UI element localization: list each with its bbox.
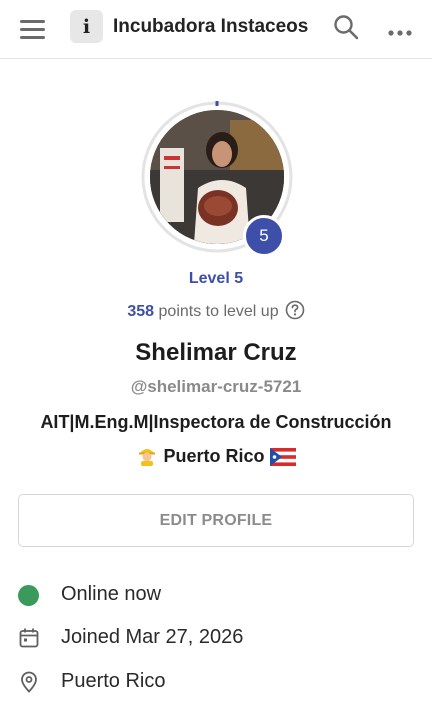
level-badge: 5 <box>243 215 285 257</box>
points-value: 358 <box>127 303 155 320</box>
puerto-rico-flag-icon <box>269 448 296 471</box>
profile-handle: @shelimar-cruz-5721 <box>130 377 302 396</box>
top-app-bar: i Incubadora Instaceos <box>0 0 432 59</box>
joined-date-text: Joined Mar 27, 2026 <box>61 626 244 648</box>
joined-date-row: Joined Mar 27, 2026 <box>18 626 418 652</box>
online-status-dot <box>18 585 39 606</box>
help-circle-icon[interactable] <box>285 300 305 320</box>
app-title: Incubadora Instaceos <box>113 16 309 37</box>
online-status-text: Online now <box>61 583 162 605</box>
search-icon[interactable] <box>333 14 359 40</box>
profile-name: Shelimar Cruz <box>135 339 297 366</box>
location-row: Puerto Rico <box>18 670 418 696</box>
app-logo[interactable]: i <box>70 10 103 43</box>
level-label: Level 5 <box>188 270 244 287</box>
location-text: Puerto Rico <box>61 670 166 692</box>
avatar-with-level-ring[interactable]: 5 <box>141 101 293 257</box>
profile-bio-line-2: Puerto Rico <box>0 444 432 471</box>
worker-emoji-icon <box>136 444 158 471</box>
points-to-level-up: 358 points to level up <box>0 300 432 321</box>
hamburger-menu-icon[interactable] <box>20 18 46 40</box>
online-status-row: Online now <box>18 583 418 609</box>
points-text: points to level up <box>154 303 279 320</box>
bio-location-text: Puerto Rico <box>163 446 265 466</box>
more-horizontal-icon[interactable] <box>388 24 412 36</box>
calendar-icon <box>18 627 40 649</box>
edit-profile-button[interactable]: EDIT PROFILE <box>18 494 414 547</box>
location-pin-icon <box>18 671 40 693</box>
profile-bio-line-1: AIT|M.Eng.M|Inspectora de Construcción <box>40 412 392 432</box>
